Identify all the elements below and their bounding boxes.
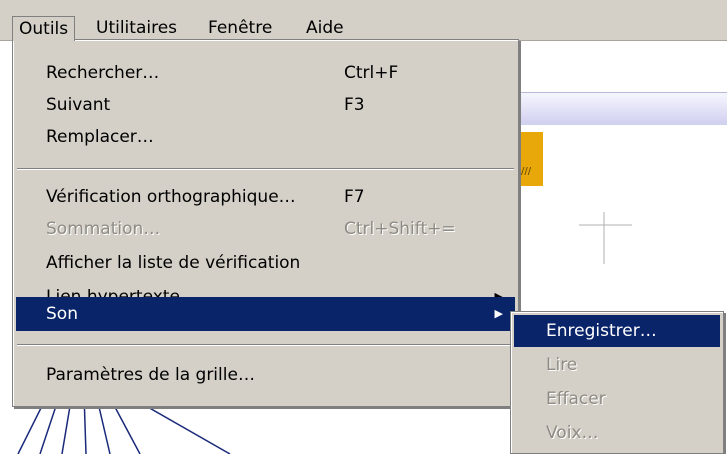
menu-item-label: Remplacer…: [46, 127, 154, 147]
submenu-item-voix: Voix…: [514, 417, 720, 449]
menu-item-remplacer[interactable]: Remplacer…: [16, 121, 515, 153]
menu-item-shortcut: Ctrl+Shift+=: [344, 219, 456, 239]
menu-item-label: Sommation…: [46, 219, 161, 239]
submenu-item-effacer: Effacer: [514, 383, 720, 415]
menu-item-verification-orthographique[interactable]: Vérification orthographique… F7: [16, 181, 515, 213]
menu-item-label: Vérification orthographique…: [46, 187, 296, 207]
menu-item-label: Son: [46, 304, 78, 324]
menu-item-rechercher[interactable]: Rechercher… Ctrl+F: [16, 57, 515, 89]
menu-fenetre[interactable]: Fenêtre: [202, 16, 278, 40]
menu-item-afficher-liste-verification[interactable]: Afficher la liste de vérification: [16, 247, 515, 279]
menu-item-son[interactable]: Son ▶: [16, 297, 515, 331]
toolbar-strip: [519, 92, 727, 125]
outils-dropdown-menu: Rechercher… Ctrl+F Suivant F3 Remplacer……: [12, 39, 519, 407]
menu-separator: [17, 168, 514, 170]
resize-handle[interactable]: ///: [519, 132, 543, 186]
menu-item-parametres-grille[interactable]: Paramètres de la grille…: [16, 359, 515, 391]
son-submenu: Enregistrer… Lire Effacer Voix…: [510, 311, 724, 454]
menu-item-label: Suivant: [46, 95, 111, 115]
menu-item-label: Enregistrer…: [546, 321, 657, 341]
menu-item-label: Lire: [546, 355, 578, 375]
menu-separator: [17, 344, 514, 346]
menu-outils[interactable]: Outils: [12, 16, 76, 41]
menu-item-label: Paramètres de la grille…: [46, 365, 255, 385]
menu-aide[interactable]: Aide: [300, 16, 350, 40]
menu-item-shortcut: F7: [344, 187, 365, 207]
menu-item-label: Effacer: [546, 389, 606, 409]
menu-item-label: Afficher la liste de vérification: [46, 253, 301, 273]
grip-icon: ///: [521, 166, 532, 177]
menu-item-sommation: Sommation… Ctrl+Shift+=: [16, 213, 515, 245]
menu-item-label: Rechercher…: [46, 63, 160, 83]
menu-bar: Outils Utilitaires Fenêtre Aide: [0, 0, 727, 41]
menu-item-suivant[interactable]: Suivant F3: [16, 89, 515, 121]
menu-utilitaires[interactable]: Utilitaires: [90, 16, 183, 40]
submenu-item-enregistrer[interactable]: Enregistrer…: [514, 315, 720, 347]
submenu-arrow-icon: ▶: [494, 307, 503, 320]
submenu-item-lire: Lire: [514, 349, 720, 381]
menu-item-shortcut: Ctrl+F: [344, 63, 399, 83]
menu-item-label: Voix…: [546, 423, 599, 443]
menu-item-shortcut: F3: [344, 95, 365, 115]
